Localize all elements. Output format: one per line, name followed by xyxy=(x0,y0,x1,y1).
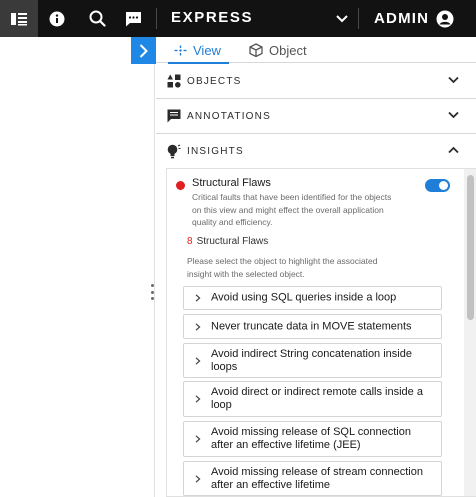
app-switcher-button[interactable] xyxy=(332,0,352,37)
top-bar: EXPRESS ADMIN xyxy=(0,0,476,37)
view-icon xyxy=(174,45,187,55)
tab-view-label: View xyxy=(193,42,221,58)
chevron-right-icon xyxy=(195,322,201,331)
user-name[interactable]: ADMIN xyxy=(374,10,429,27)
chevron-right-icon xyxy=(195,294,201,302)
section-annotations[interactable]: ANNOTATIONS xyxy=(156,99,476,134)
flaw-item-label: Avoid missing release of SQL connection … xyxy=(211,426,411,451)
chevron-down-icon xyxy=(336,14,348,22)
toggle-knob xyxy=(439,181,448,190)
chevron-right-icon xyxy=(195,356,201,365)
flaw-item[interactable]: Avoid using SQL queries inside a loop xyxy=(183,286,442,310)
collapse-panel-button[interactable] xyxy=(131,37,156,64)
insight-description: Critical faults that have been identifie… xyxy=(192,192,392,227)
section-insights-label: INSIGHTS xyxy=(187,146,244,157)
chevron-up-icon xyxy=(448,146,459,154)
chevron-right-icon xyxy=(195,435,201,443)
scrollbar[interactable] xyxy=(464,169,476,496)
flaw-count-number: 8 xyxy=(187,236,193,247)
flaw-count: 8 Structural Flaws xyxy=(187,236,268,247)
divider xyxy=(358,8,359,29)
flaw-item[interactable]: Never truncate data in MOVE statements xyxy=(183,314,442,339)
layout-button[interactable] xyxy=(0,0,38,37)
flaw-item-label: Avoid indirect String concatenation insi… xyxy=(211,347,412,373)
flaw-count-label: Structural Flaws xyxy=(196,236,269,247)
tab-object-label: Object xyxy=(269,42,307,58)
section-insights[interactable]: INSIGHTS xyxy=(156,134,476,169)
tab-object[interactable]: Object xyxy=(249,37,307,63)
info-icon xyxy=(49,11,65,26)
insight-hint: Please select the object to highlight th… xyxy=(187,256,378,279)
section-annotations-label: ANNOTATIONS xyxy=(187,111,271,122)
flaw-item[interactable]: Avoid missing release of stream connecti… xyxy=(183,461,442,496)
chevron-right-icon xyxy=(195,474,201,483)
chevron-right-icon xyxy=(195,395,201,403)
info-button[interactable] xyxy=(42,0,72,37)
layout-icon xyxy=(11,12,27,25)
flaw-item[interactable]: Avoid direct or indirect remote calls in… xyxy=(183,381,442,417)
tab-bar: View Object xyxy=(156,37,476,64)
right-panel: View Object OBJECTS ANNOTATIONS INSIGHTS… xyxy=(156,37,476,497)
shapes-icon xyxy=(167,74,181,88)
section-objects[interactable]: OBJECTS xyxy=(156,64,476,99)
flaw-item-label: Avoid missing release of stream connecti… xyxy=(211,465,423,491)
alert-status-dot xyxy=(176,181,185,190)
comment-icon xyxy=(167,109,181,123)
user-avatar-icon xyxy=(436,10,454,27)
resize-handle[interactable] xyxy=(149,284,155,300)
flaw-item[interactable]: Avoid missing release of SQL connection … xyxy=(183,421,442,457)
divider xyxy=(156,8,157,29)
flaw-item-label: Avoid using SQL queries inside a loop xyxy=(211,291,397,304)
app-title: EXPRESS xyxy=(171,9,254,26)
chevron-right-icon xyxy=(139,43,148,58)
annotations-button[interactable] xyxy=(118,0,148,37)
cube-icon xyxy=(249,43,263,57)
left-panel xyxy=(0,37,155,497)
section-objects-label: OBJECTS xyxy=(187,76,242,87)
search-icon xyxy=(89,10,106,27)
scrollbar-thumb[interactable] xyxy=(467,175,474,320)
tab-view[interactable]: View xyxy=(168,37,229,64)
flaw-item[interactable]: Avoid indirect String concatenation insi… xyxy=(183,343,442,378)
chevron-down-icon xyxy=(448,111,459,119)
flaw-item-label: Avoid direct or indirect remote calls in… xyxy=(211,386,423,411)
insight-title: Structural Flaws xyxy=(192,177,271,189)
insights-panel: Structural Flaws Critical faults that ha… xyxy=(166,168,476,497)
flaw-item-label: Never truncate data in MOVE statements xyxy=(211,320,412,332)
insight-toggle[interactable] xyxy=(425,179,450,192)
user-avatar-button[interactable] xyxy=(433,0,457,37)
lightbulb-icon xyxy=(167,144,181,159)
search-button[interactable] xyxy=(82,0,112,37)
chat-icon xyxy=(125,11,141,26)
chevron-down-icon xyxy=(448,76,459,84)
